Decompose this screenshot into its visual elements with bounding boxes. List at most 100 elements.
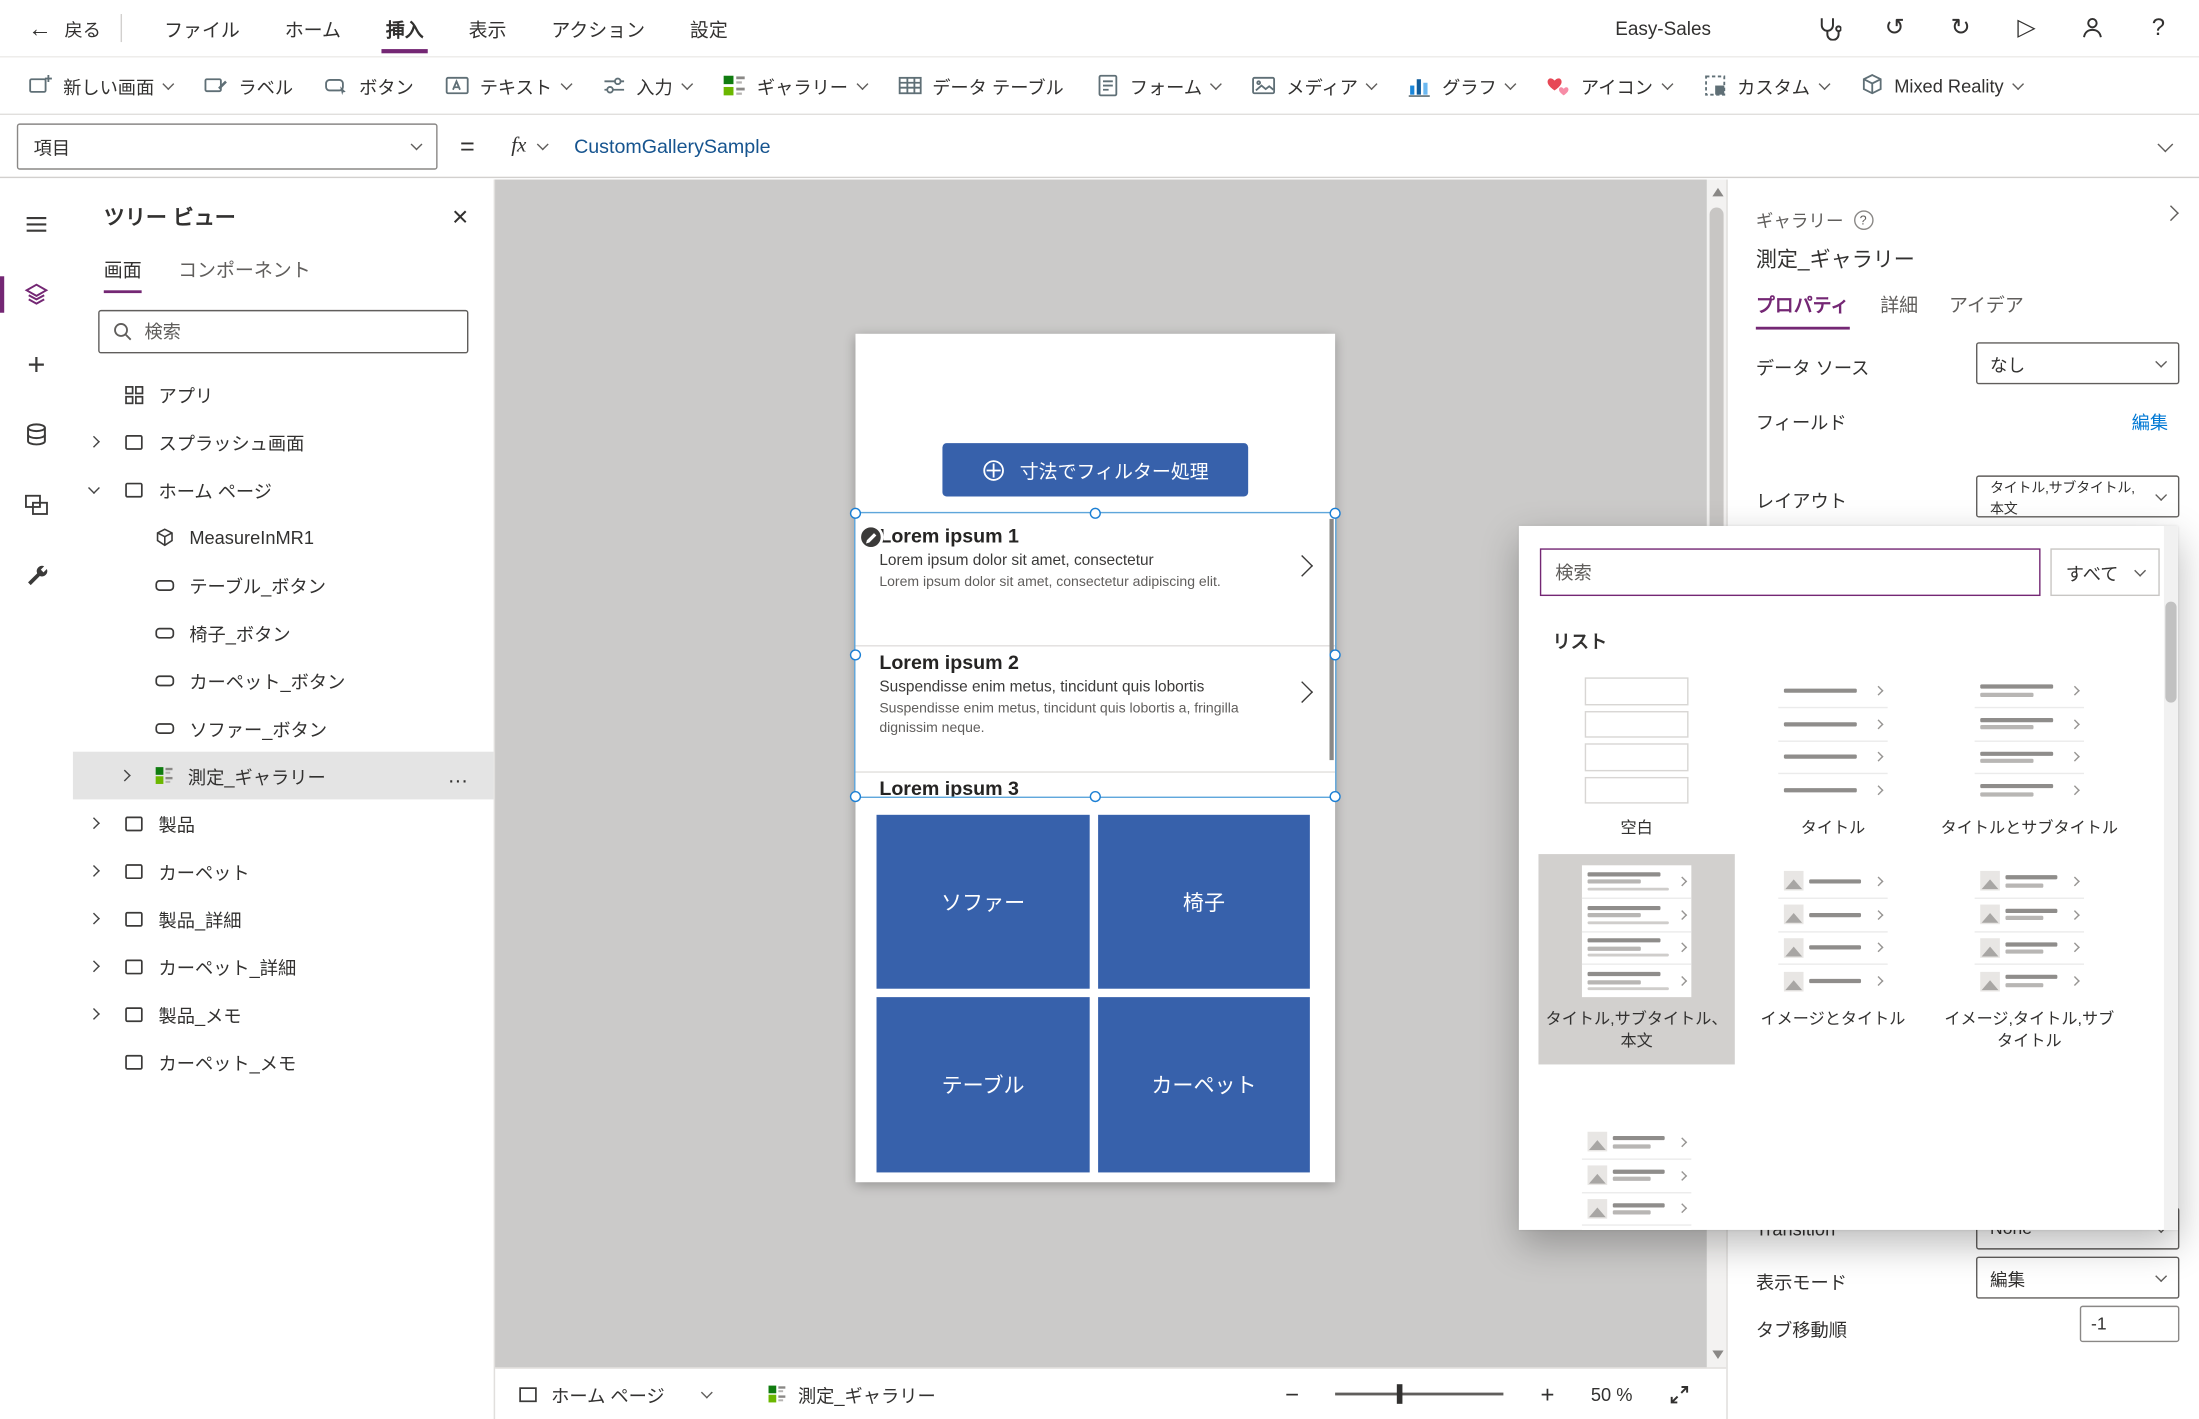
resize-handle-s[interactable] (1089, 790, 1101, 803)
scroll-up-arrow-icon[interactable] (1712, 187, 1724, 197)
ribbon-button[interactable]: ボタン (310, 63, 428, 108)
formula-input[interactable]: fx CustomGallerySample (497, 123, 2143, 169)
layout-option-image-title[interactable]: イメージとタイトル (1735, 854, 1931, 1064)
rail-tree-view-button[interactable] (0, 269, 73, 319)
layout-option-blank[interactable]: 空白 (1538, 663, 1734, 852)
layout-option-title-subtitle-body[interactable]: タイトル,サブタイトル、本文 (1538, 854, 1735, 1065)
menu-file[interactable]: ファイル (142, 0, 263, 56)
zoom-slider-thumb[interactable] (1396, 1384, 1402, 1404)
resize-handle-sw[interactable] (849, 790, 862, 803)
rail-insert-button[interactable]: + (0, 339, 73, 389)
ribbon-icons[interactable]: アイコン (1532, 63, 1685, 108)
tree-item-sofa-button[interactable]: ソファー_ボタン (73, 704, 494, 752)
ribbon-media[interactable]: メディア (1237, 63, 1390, 108)
carpet-tile-button[interactable]: カーペット (1098, 997, 1310, 1173)
ribbon-gallery[interactable]: ギャラリー (708, 63, 881, 108)
more-options-icon[interactable]: … (447, 764, 471, 788)
collapse-panel-chevron[interactable] (2163, 205, 2179, 222)
zoom-slider[interactable] (1335, 1384, 1504, 1404)
rail-advanced-tools-button[interactable] (0, 550, 73, 600)
tree-item-home-page[interactable]: ホーム ページ (73, 466, 494, 514)
tree-item-carpet[interactable]: カーペット (73, 847, 494, 895)
menu-action[interactable]: アクション (529, 0, 668, 56)
data-source-dropdown[interactable]: なし (1976, 342, 2180, 385)
resize-handle-e[interactable] (1329, 649, 1341, 661)
help-icon[interactable]: ? (2143, 13, 2174, 44)
ribbon-custom[interactable]: カスタム (1688, 63, 1842, 108)
chair-tile-button[interactable]: 椅子 (1098, 814, 1310, 989)
app-screen-canvas[interactable]: 寸法でフィルター処理 Lorem ipsum 1 Lorem ipsum dol… (849, 333, 1341, 1183)
back-button[interactable]: ← 戻る (28, 15, 101, 42)
edit-fields-link[interactable]: 編集 (2132, 408, 2168, 435)
edit-gallery-pencil-icon[interactable] (858, 524, 884, 550)
zoom-in-button[interactable]: + (1540, 1382, 1554, 1406)
tree-item-product[interactable]: 製品 (73, 799, 494, 847)
scrollbar-thumb[interactable] (2165, 601, 2177, 703)
filter-by-dimensions-button[interactable]: 寸法でフィルター処理 (942, 443, 1249, 497)
ribbon-data-table[interactable]: データ テーブル (883, 63, 1078, 108)
gallery-item-1[interactable]: Lorem ipsum 1 Lorem ipsum dolor sit amet… (855, 525, 1335, 593)
tree-item-measure-gallery[interactable]: 測定_ギャラリー … (72, 751, 494, 800)
tree-item-carpet-button[interactable]: カーペット_ボタン (73, 656, 494, 704)
gallery-scrollbar[interactable] (1329, 518, 1334, 761)
formula-expand-chevron[interactable] (2157, 135, 2174, 152)
tree-item-product-detail[interactable]: 製品_詳細 (73, 895, 494, 943)
fit-to-window-icon[interactable] (1669, 1383, 1690, 1404)
ribbon-mixed-reality[interactable]: Mixed Reality (1845, 63, 2036, 108)
play-icon[interactable]: ▷ (2011, 13, 2042, 44)
tab-properties[interactable]: プロパティ (1755, 289, 1850, 330)
tab-screens[interactable]: 画面 (103, 254, 142, 294)
selected-control-indicator[interactable]: 測定_ギャラリー (767, 1381, 936, 1408)
ribbon-input[interactable]: 入力 (587, 63, 705, 108)
resize-handle-se[interactable] (1329, 790, 1341, 803)
tree-item-product-memo[interactable]: 製品_メモ (73, 990, 494, 1038)
tree-item-splash-screen[interactable]: スプラッシュ画面 (73, 418, 494, 466)
zoom-out-button[interactable]: − (1285, 1382, 1299, 1406)
layout-option-partial[interactable] (1538, 1115, 1734, 1230)
tree-item-carpet-detail[interactable]: カーペット_詳細 (73, 942, 494, 990)
page-selector[interactable]: ホーム ページ (517, 1381, 713, 1408)
menu-settings[interactable]: 設定 (667, 0, 750, 56)
resize-handle-ne[interactable] (1329, 507, 1341, 519)
scroll-down-arrow-icon[interactable] (1712, 1350, 1724, 1359)
menu-home[interactable]: ホーム (262, 0, 363, 56)
ribbon-label[interactable]: ラベル (189, 63, 307, 108)
menu-view[interactable]: 表示 (446, 0, 529, 56)
tab-order-input[interactable]: -1 (2079, 1305, 2180, 1343)
undo-icon[interactable]: ↺ (1879, 13, 1910, 44)
resize-handle-nw[interactable] (849, 507, 862, 519)
layout-option-title[interactable]: タイトル (1735, 663, 1931, 852)
ribbon-form[interactable]: フォーム (1081, 63, 1235, 108)
tree-item-table-button[interactable]: テーブル_ボタン (73, 561, 494, 609)
tree-search-input[interactable] (144, 321, 455, 343)
sofa-tile-button[interactable]: ソファー (876, 814, 1090, 989)
app-checker-icon[interactable] (1813, 13, 1844, 44)
tree-item-carpet-memo[interactable]: カーペット_メモ (73, 1038, 494, 1086)
layout-option-title-subtitle[interactable]: タイトルとサブタイトル (1931, 663, 2127, 852)
flyout-scrollbar[interactable] (2163, 525, 2178, 1230)
tree-item-measureinmr1[interactable]: MeasureInMR1 (73, 513, 494, 561)
layout-dropdown[interactable]: タイトル,サブタイトル,本文 (1976, 475, 2180, 518)
redo-icon[interactable]: ↻ (1945, 13, 1976, 44)
layout-search-input[interactable] (1555, 561, 2026, 583)
menu-insert[interactable]: 挿入 (363, 0, 446, 56)
help-icon[interactable]: ? (1853, 209, 1873, 230)
rail-menu-button[interactable] (0, 199, 73, 249)
measure-gallery-control[interactable]: Lorem ipsum 1 Lorem ipsum dolor sit amet… (849, 507, 1341, 803)
close-icon[interactable]: × (452, 203, 468, 231)
account-icon[interactable] (2077, 13, 2108, 44)
property-selector[interactable]: 項目 (16, 122, 438, 169)
display-mode-dropdown[interactable]: 編集 (1976, 1256, 2180, 1299)
ribbon-text[interactable]: テキスト (431, 63, 585, 108)
tree-item-app[interactable]: アプリ (73, 370, 494, 418)
rail-data-button[interactable] (0, 410, 73, 460)
tab-advanced[interactable]: 詳細 (1880, 289, 1918, 330)
layout-filter-dropdown[interactable]: すべて (2050, 548, 2160, 597)
table-tile-button[interactable]: テーブル (876, 997, 1090, 1173)
ribbon-new-screen[interactable]: 新しい画面 (14, 63, 187, 108)
gallery-item-2[interactable]: Lorem ipsum 2 Suspendisse enim metus, ti… (855, 651, 1335, 738)
layout-option-image-title-subtitle[interactable]: イメージ,タイトル,サブタイトル (1931, 854, 2127, 1064)
ribbon-chart[interactable]: グラフ (1393, 63, 1529, 108)
tab-components[interactable]: コンポーネント (178, 254, 311, 293)
resize-handle-n[interactable] (1089, 507, 1101, 519)
